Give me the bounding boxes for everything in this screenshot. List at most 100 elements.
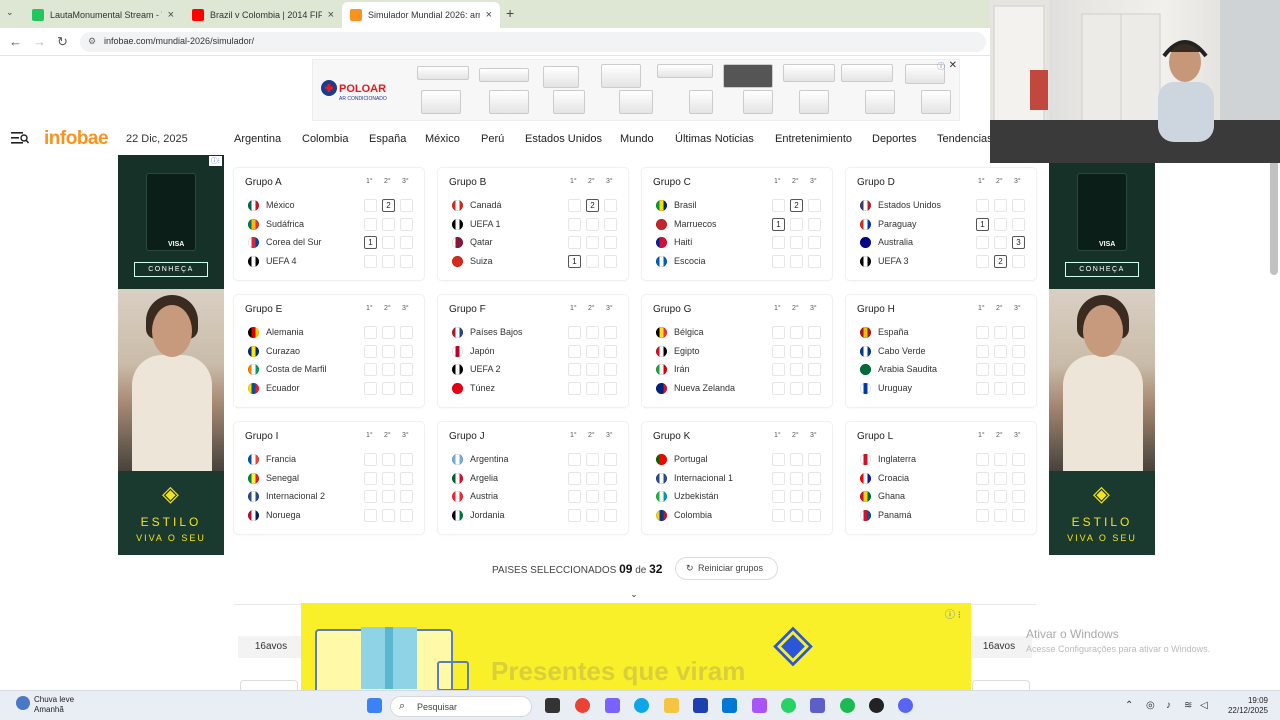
position-select-box[interactable] — [568, 199, 581, 212]
position-select-box[interactable] — [994, 471, 1007, 485]
position-select-box[interactable] — [568, 382, 581, 396]
position-select-box[interactable] — [400, 255, 413, 269]
url-field[interactable]: ⚙ infobae.com/mundial-2026/simulador/ — [80, 32, 986, 52]
ad-cta-button[interactable]: CONHEÇA — [1065, 262, 1139, 277]
position-select-box[interactable] — [568, 344, 581, 358]
spotify-icon[interactable] — [840, 698, 855, 713]
file-explorer-icon[interactable] — [664, 698, 679, 713]
position-select-box[interactable] — [382, 471, 395, 485]
position-select-box[interactable] — [586, 471, 599, 485]
position-select-box[interactable] — [772, 199, 785, 212]
position-select-box[interactable]: 1 — [568, 255, 581, 269]
position-select-box[interactable] — [994, 509, 1007, 523]
position-select-box[interactable] — [364, 326, 377, 339]
position-select-box[interactable] — [382, 363, 395, 377]
photos-icon[interactable] — [752, 698, 767, 713]
position-select-box[interactable] — [568, 509, 581, 523]
position-select-box[interactable] — [568, 490, 581, 504]
adchoices-icon[interactable]: ⓘ⁝ — [208, 156, 222, 166]
obs-icon[interactable] — [869, 698, 884, 713]
position-select-box[interactable] — [772, 453, 785, 466]
ad-info-icon[interactable]: ⓘ — [937, 61, 945, 72]
position-select-box[interactable] — [1012, 217, 1025, 231]
nav-ultimas-noticias[interactable]: Últimas Noticias — [675, 133, 754, 145]
position-select-box[interactable] — [382, 382, 395, 396]
position-select-box[interactable] — [1012, 471, 1025, 485]
position-select-box[interactable] — [400, 509, 413, 523]
nav-colombia[interactable]: Colombia — [302, 133, 348, 145]
tab-search-chevron-icon[interactable]: ⌄ — [6, 7, 14, 18]
position-select-box[interactable] — [808, 326, 821, 339]
round-16avos-right[interactable]: 16avos — [966, 636, 1032, 658]
hamburger-search-icon[interactable] — [11, 132, 29, 144]
position-select-box[interactable] — [1012, 509, 1025, 523]
position-select-box[interactable] — [586, 326, 599, 339]
position-select-box[interactable] — [790, 453, 803, 466]
position-select-box[interactable] — [1012, 382, 1025, 396]
position-select-box[interactable] — [604, 382, 617, 396]
position-select-box[interactable] — [364, 344, 377, 358]
infobae-logo[interactable]: infobae — [44, 128, 109, 150]
position-select-box[interactable] — [586, 255, 599, 269]
position-select-box[interactable] — [400, 453, 413, 466]
right-side-ad[interactable]: VISA CONHEÇA ◈ ESTILO VIVA O SEU — [1049, 155, 1155, 555]
position-select-box[interactable] — [586, 344, 599, 358]
position-select-box[interactable] — [790, 490, 803, 504]
position-select-box[interactable] — [382, 490, 395, 504]
position-select-box[interactable] — [604, 199, 617, 212]
position-select-box[interactable] — [772, 490, 785, 504]
position-select-box[interactable] — [586, 217, 599, 231]
position-select-box[interactable] — [976, 326, 989, 339]
position-select-box[interactable] — [994, 363, 1007, 377]
position-select-box[interactable] — [364, 382, 377, 396]
position-select-box[interactable] — [604, 363, 617, 377]
ad-close-icon[interactable]: ✕ — [949, 60, 957, 71]
round-16avos-left[interactable]: 16avos — [238, 636, 304, 658]
position-select-box[interactable] — [1012, 490, 1025, 504]
position-select-box[interactable] — [772, 326, 785, 339]
windows-start-icon[interactable] — [367, 698, 382, 713]
position-select-box[interactable] — [808, 344, 821, 358]
position-select-box[interactable] — [364, 453, 377, 466]
chrome-icon[interactable] — [575, 698, 590, 713]
position-select-box[interactable]: 1 — [976, 217, 989, 231]
position-select-box[interactable] — [772, 344, 785, 358]
position-select-box[interactable] — [790, 217, 803, 231]
network-icon[interactable]: ◎ — [1146, 700, 1155, 711]
task-view-icon[interactable] — [545, 698, 560, 713]
position-select-box[interactable] — [568, 453, 581, 466]
top-banner-ad[interactable]: POLOAR AR CONDICIONADO ⓘ ✕ — [312, 59, 960, 121]
position-select-box[interactable] — [808, 471, 821, 485]
position-select-box[interactable] — [808, 236, 821, 250]
position-select-box[interactable] — [1012, 363, 1025, 377]
teams-icon[interactable] — [810, 698, 825, 713]
reset-groups-button[interactable]: ↻ Reiniciar grupos — [675, 557, 778, 580]
collapse-ad-chevron-icon[interactable]: ⌄ — [622, 586, 646, 603]
position-select-box[interactable] — [790, 382, 803, 396]
bottom-sticky-ad[interactable]: Presentes que viram ◈ ⓘ ⁝ — [301, 603, 971, 699]
position-select-box[interactable] — [400, 344, 413, 358]
position-select-box[interactable] — [976, 490, 989, 504]
position-select-box[interactable]: 2 — [382, 199, 395, 212]
reload-icon[interactable]: ↻ — [57, 34, 68, 50]
match-card[interactable] — [240, 680, 298, 690]
nav-argentina[interactable]: Argentina — [234, 133, 281, 145]
match-card[interactable] — [972, 680, 1030, 690]
position-select-box[interactable] — [808, 255, 821, 269]
position-select-box[interactable] — [604, 509, 617, 523]
position-select-box[interactable] — [604, 490, 617, 504]
position-select-box[interactable] — [586, 453, 599, 466]
position-select-box[interactable] — [586, 509, 599, 523]
nav-espana[interactable]: España — [369, 133, 406, 145]
position-select-box[interactable] — [976, 344, 989, 358]
position-select-box[interactable] — [808, 490, 821, 504]
position-select-box[interactable] — [1012, 326, 1025, 339]
microphone-icon[interactable]: ♪ — [1166, 700, 1171, 711]
position-select-box[interactable] — [976, 453, 989, 466]
outlook-icon[interactable] — [722, 698, 737, 713]
ad-cta-button[interactable]: CONHEÇA — [134, 262, 208, 277]
browser-tab-youtube[interactable]: Brazil v Colombia | 2014 FIFA W × — [184, 4, 342, 26]
position-select-box[interactable]: 2 — [790, 199, 803, 212]
position-select-box[interactable] — [586, 363, 599, 377]
position-select-box[interactable] — [400, 326, 413, 339]
